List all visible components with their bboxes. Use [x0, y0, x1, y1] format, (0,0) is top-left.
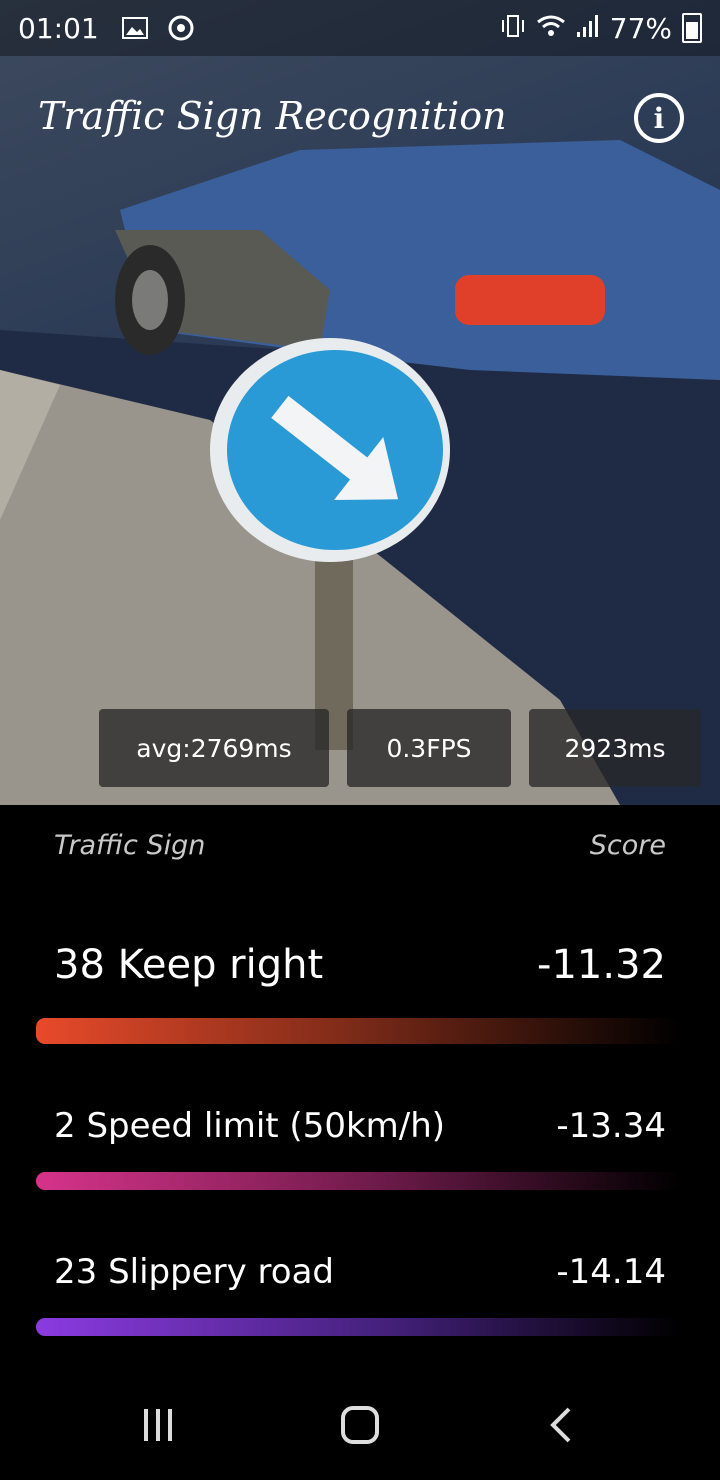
- wifi-icon: [536, 12, 566, 45]
- status-right: 77%: [490, 12, 702, 45]
- battery-icon: [682, 13, 702, 43]
- result-label-3: 23 Slippery road: [54, 1252, 334, 1292]
- result-label-2: 2 Speed limit (50km/h): [54, 1106, 446, 1146]
- header-traffic-sign: Traffic Sign: [54, 830, 206, 861]
- fps-counter: 0.3FPS: [347, 709, 511, 787]
- status-time: 01:01: [18, 11, 99, 45]
- signal-icon: [576, 12, 600, 45]
- score-bar-2: [36, 1172, 680, 1190]
- vibrate-icon: [500, 12, 526, 45]
- recents-icon[interactable]: [118, 1390, 198, 1460]
- result-score-3: -14.14: [556, 1252, 666, 1292]
- header-score: Score: [589, 830, 666, 861]
- app-title: Traffic Sign Recognition: [38, 94, 507, 138]
- camera-preview: 01:01 77% Traffic Sign Recognition i avg…: [0, 0, 720, 805]
- status-bar: 01:01 77%: [0, 0, 720, 56]
- back-icon[interactable]: [522, 1390, 602, 1460]
- score-bar-1: [36, 1018, 680, 1044]
- last-inference-time: 2923ms: [529, 709, 701, 787]
- avg-inference-time: avg:2769ms: [99, 709, 329, 787]
- image-icon: [121, 14, 149, 42]
- result-score-2: -13.34: [556, 1106, 666, 1146]
- info-icon[interactable]: i: [634, 93, 684, 143]
- result-label-1: 38 Keep right: [54, 942, 324, 988]
- score-bar-3: [36, 1318, 680, 1336]
- home-icon[interactable]: [320, 1390, 400, 1460]
- chrome-icon: [167, 14, 195, 42]
- battery-percent: 77%: [609, 11, 672, 45]
- nav-bar: [0, 1370, 720, 1480]
- result-score-1: -11.32: [537, 942, 666, 988]
